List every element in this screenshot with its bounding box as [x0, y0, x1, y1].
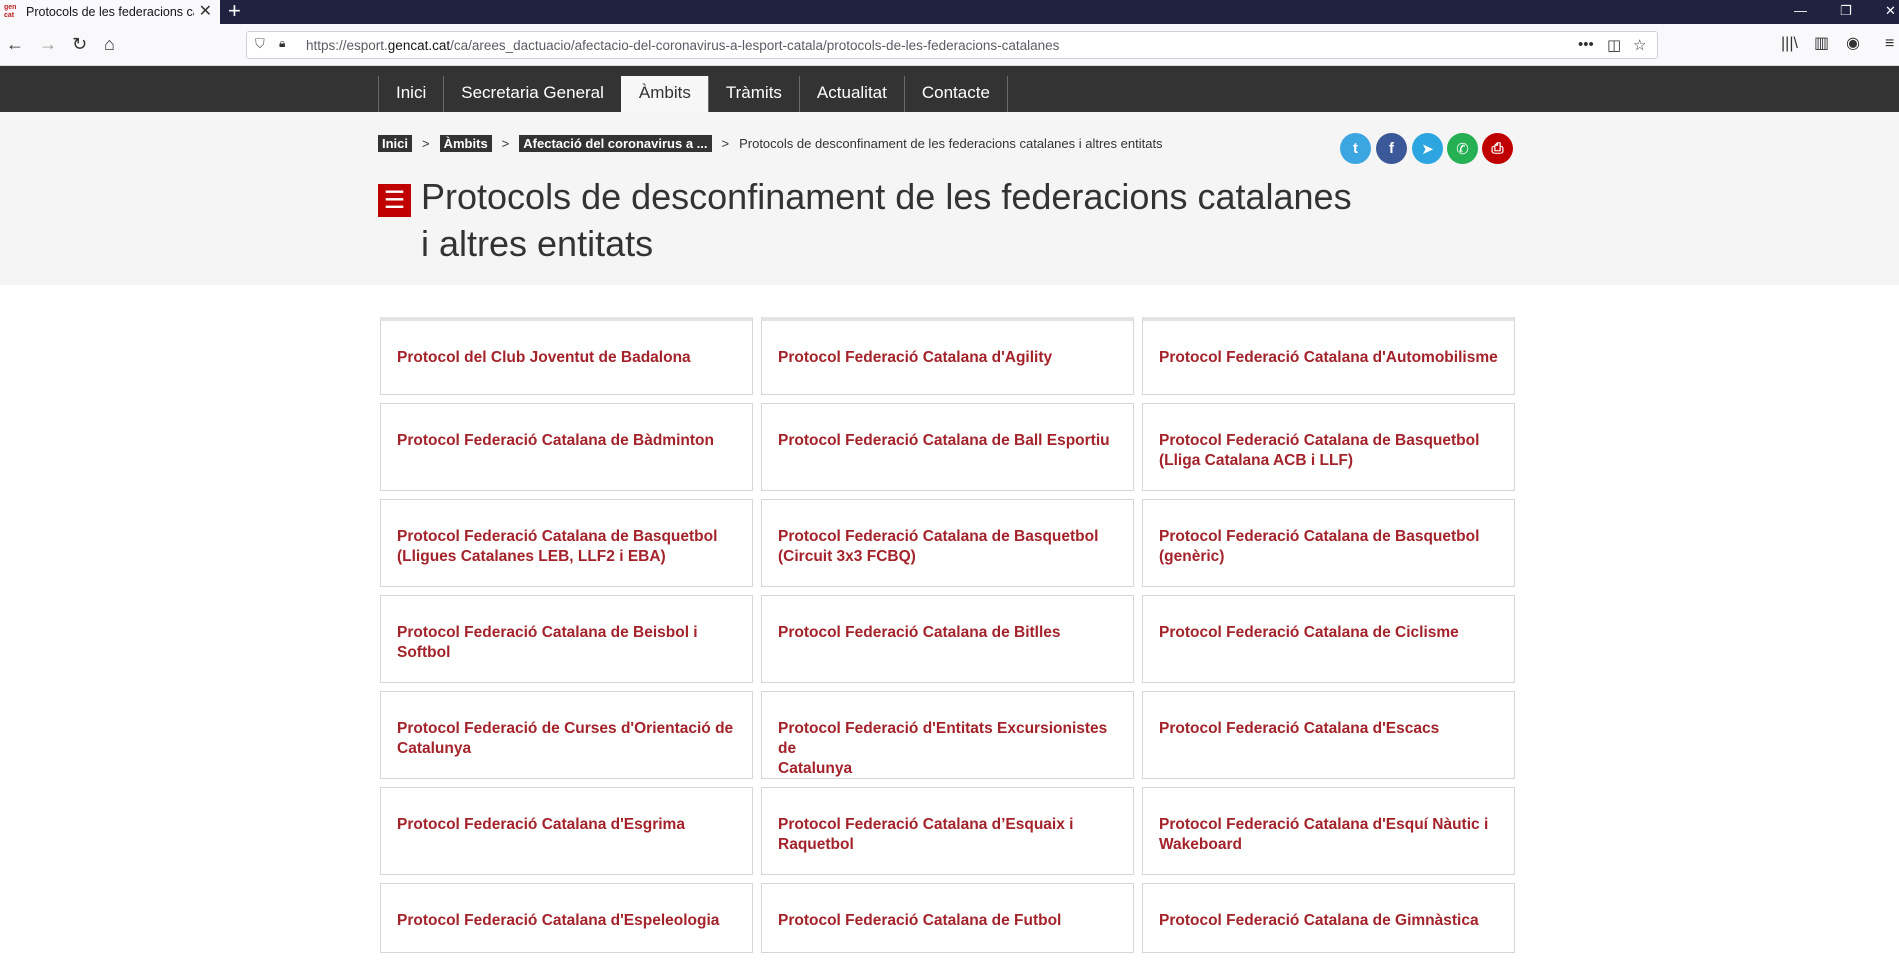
protocol-link[interactable]: Protocol Federació Catalana d'Automobili…	[1159, 348, 1498, 368]
menu-item-ambits[interactable]: Àmbits	[620, 76, 708, 112]
protocol-card: Protocol Federació Catalana d'Esquí Nàut…	[1142, 787, 1515, 875]
site-nav: Inici Secretaria General Àmbits Tràmits …	[0, 66, 1899, 112]
back-icon[interactable]: ←	[6, 33, 24, 55]
protocol-link[interactable]: Protocol Federació d'Entitats Excursioni…	[778, 719, 1117, 779]
menu-item-contacte[interactable]: Contacte	[903, 76, 1008, 112]
minimize-icon[interactable]: —	[1794, 0, 1807, 24]
page-header: Inici > Àmbits > Afectació del coronavir…	[0, 112, 1899, 285]
main-menu: Inici Secretaria General Àmbits Tràmits …	[378, 76, 1008, 112]
more-icon[interactable]: •••	[1578, 36, 1594, 53]
gencat-favicon-icon: gen cat	[4, 4, 17, 19]
twitter-share-icon[interactable]: t	[1340, 133, 1371, 164]
breadcrumb-current: Protocols de desconfinament de les feder…	[739, 136, 1163, 151]
telegram-share-icon[interactable]: ➤	[1412, 133, 1443, 164]
close-tab-icon[interactable]: ✕	[199, 3, 212, 21]
breadcrumb: Inici > Àmbits > Afectació del coronavir…	[378, 135, 1163, 152]
bookmark-star-icon[interactable]: ☆	[1633, 36, 1646, 54]
forward-icon[interactable]: →	[39, 33, 57, 55]
menu-item-secretaria-general[interactable]: Secretaria General	[443, 76, 621, 112]
home-icon[interactable]: ⌂	[104, 33, 115, 55]
protocol-card: Protocol Federació Catalana de Beisbol i…	[380, 595, 753, 683]
breadcrumb-separator: >	[422, 136, 430, 151]
sidebar-icon[interactable]: ▥	[1814, 33, 1829, 55]
browser-tab[interactable]: gen cat Protocols de les federacions cat …	[0, 0, 220, 24]
protocol-link[interactable]: Protocol Federació Catalana de Bàdminton	[397, 431, 736, 451]
protocol-link[interactable]: Protocol Federació Catalana de Basquetbo…	[1159, 431, 1498, 471]
close-window-icon[interactable]: ✕	[1885, 0, 1896, 24]
restore-icon[interactable]: ❐	[1840, 0, 1852, 24]
protocol-link[interactable]: Protocol Federació Catalana de Bitlles	[778, 623, 1117, 643]
shield-icon[interactable]: ⛉	[255, 36, 265, 52]
lock-icon[interactable]: 🔒︎	[279, 36, 285, 51]
protocol-link[interactable]: Protocol Federació Catalana d'Esgrima	[397, 815, 736, 835]
protocol-link[interactable]: Protocol Federació Catalana d'Agility	[778, 348, 1117, 368]
library-icon[interactable]: |||\	[1781, 33, 1798, 55]
protocol-card: Protocol Federació Catalana de Basquetbo…	[1142, 403, 1515, 491]
protocol-link[interactable]: Protocol del Club Joventut de Badalona	[397, 348, 736, 368]
new-tab-icon[interactable]: +	[228, 0, 241, 24]
account-icon[interactable]: ◉	[1846, 33, 1860, 55]
protocol-link[interactable]: Protocol Federació Catalana d'Espeleolog…	[397, 911, 736, 931]
protocol-card: Protocol del Club Joventut de Badalona	[380, 317, 753, 395]
breadcrumb-separator: >	[721, 136, 730, 151]
list-menu-icon: ☰	[378, 184, 411, 217]
protocol-card: Protocol Federació Catalana de Bitlles	[761, 595, 1134, 683]
protocol-link[interactable]: Protocol Federació Catalana de Futbol	[778, 911, 1117, 931]
menu-item-tramits[interactable]: Tràmits	[707, 76, 799, 112]
protocols-grid: Protocol del Club Joventut de Badalona Pr…	[380, 317, 1515, 961]
protocol-link[interactable]: Protocol Federació Catalana d'Escacs	[1159, 719, 1498, 739]
tab-title: Protocols de les federacions cat	[26, 5, 194, 19]
pocket-icon[interactable]: ◫	[1607, 36, 1621, 54]
protocol-link[interactable]: Protocol Federació Catalana de Basquetbo…	[397, 527, 736, 567]
breadcrumb-ambits[interactable]: Àmbits	[439, 135, 492, 152]
menu-item-actualitat[interactable]: Actualitat	[798, 76, 904, 112]
breadcrumb-separator: >	[501, 136, 510, 151]
protocol-card: Protocol Federació Catalana d'Automobili…	[1142, 317, 1515, 395]
protocol-link[interactable]: Protocol Federació Catalana de Ciclisme	[1159, 623, 1498, 643]
menu-icon[interactable]: ≡	[1885, 33, 1894, 55]
protocol-card: Protocol Federació Catalana de Basquetbo…	[761, 499, 1134, 587]
reload-icon[interactable]: ↻	[72, 33, 87, 55]
protocol-card: Protocol Federació Catalana d'Agility	[761, 317, 1134, 395]
page-title: Protocols de desconfinament de les feder…	[421, 176, 1352, 264]
protocol-link[interactable]: Protocol Federació Catalana de Ball Espo…	[778, 431, 1117, 451]
protocol-link[interactable]: Protocol Federació Catalana d’Esquaix iR…	[778, 815, 1117, 855]
protocol-card: Protocol Federació Catalana de Bàdminton	[380, 403, 753, 491]
url-text[interactable]: https://esport.gencat.cat/ca/arees_dactu…	[306, 38, 1059, 53]
protocol-card: Protocol Federació Catalana de Basquetbo…	[380, 499, 753, 587]
breadcrumb-afectacio[interactable]: Afectació del coronavirus a ...	[519, 135, 712, 152]
breadcrumb-inici[interactable]: Inici	[378, 135, 413, 152]
protocol-card: Protocol Federació Catalana d'Espeleolog…	[380, 883, 753, 953]
protocol-card: Protocol Federació Catalana de Futbol	[761, 883, 1134, 953]
protocol-card: Protocol Federació Catalana d’Esquaix iR…	[761, 787, 1134, 875]
protocol-card: Protocol Federació Catalana de Ball Espo…	[761, 403, 1134, 491]
browser-tab-bar: gen cat Protocols de les federacions cat …	[0, 0, 1899, 24]
protocol-card: Protocol Federació de Curses d'Orientaci…	[380, 691, 753, 779]
protocol-link[interactable]: Protocol Federació Catalana de Beisbol i…	[397, 623, 736, 663]
protocol-card: Protocol Federació Catalana de Gimnàstic…	[1142, 883, 1515, 953]
protocol-card: Protocol Federació d'Entitats Excursioni…	[761, 691, 1134, 779]
browser-nav-bar: ← → ↻ ⌂ ⛉ 🔒︎ https://esport.gencat.cat/c…	[0, 24, 1899, 66]
whatsapp-share-icon[interactable]: ✆	[1447, 133, 1478, 164]
url-bar[interactable]: ⛉ 🔒︎ https://esport.gencat.cat/ca/arees_…	[246, 31, 1658, 59]
protocol-card: Protocol Federació Catalana de Basquetbo…	[1142, 499, 1515, 587]
protocol-card: Protocol Federació Catalana d'Escacs	[1142, 691, 1515, 779]
protocol-link[interactable]: Protocol Federació de Curses d'Orientaci…	[397, 719, 736, 759]
protocol-link[interactable]: Protocol Federació Catalana d'Esquí Nàut…	[1159, 815, 1498, 855]
print-icon[interactable]: ⎙	[1482, 133, 1513, 164]
menu-item-inici[interactable]: Inici	[378, 76, 443, 112]
protocol-link[interactable]: Protocol Federació Catalana de Basquetbo…	[1159, 527, 1498, 567]
protocol-link[interactable]: Protocol Federació Catalana de Basquetbo…	[778, 527, 1117, 567]
protocol-link[interactable]: Protocol Federació Catalana de Gimnàstic…	[1159, 911, 1498, 931]
protocol-card: Protocol Federació Catalana d'Esgrima	[380, 787, 753, 875]
protocol-card: Protocol Federació Catalana de Ciclisme	[1142, 595, 1515, 683]
facebook-share-icon[interactable]: f	[1376, 133, 1407, 164]
